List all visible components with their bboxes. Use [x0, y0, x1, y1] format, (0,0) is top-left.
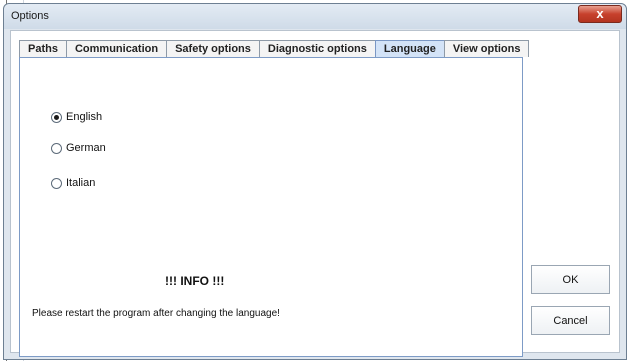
radio-unchecked-icon [51, 142, 62, 154]
radio-unchecked-icon [51, 177, 62, 189]
options-dialog: Options x Paths Communication Safety opt… [3, 3, 627, 360]
radio-english-label: English [66, 111, 103, 123]
dialog-content: Paths Communication Safety options Diagn… [10, 30, 620, 357]
window-title: Options [11, 10, 49, 22]
ok-button[interactable]: OK [531, 265, 610, 294]
close-button[interactable]: x [578, 5, 622, 23]
tab-paths[interactable]: Paths [19, 40, 67, 57]
language-panel: English German Italian !!! INFO !!! Plea… [19, 57, 523, 357]
cancel-button[interactable]: Cancel [531, 306, 610, 335]
tab-language[interactable]: Language [374, 40, 445, 57]
close-icon: x [596, 6, 604, 21]
tab-safety-options[interactable]: Safety options [166, 40, 260, 57]
info-title: !!! INFO !!! [165, 274, 225, 288]
radio-german[interactable]: German [51, 142, 106, 154]
tab-communication[interactable]: Communication [65, 40, 168, 57]
info-message: Please restart the program after changin… [32, 308, 280, 319]
tab-diagnostic-options[interactable]: Diagnostic options [258, 40, 376, 57]
radio-italian-label: Italian [66, 177, 96, 189]
radio-italian[interactable]: Italian [51, 177, 95, 189]
tab-strip: Paths Communication Safety options Diagn… [19, 40, 530, 57]
radio-english[interactable]: English [51, 111, 102, 123]
title-bar[interactable]: Options x [4, 4, 626, 29]
tab-view-options[interactable]: View options [443, 40, 530, 57]
radio-checked-icon [51, 111, 62, 123]
radio-german-label: German [66, 142, 106, 154]
